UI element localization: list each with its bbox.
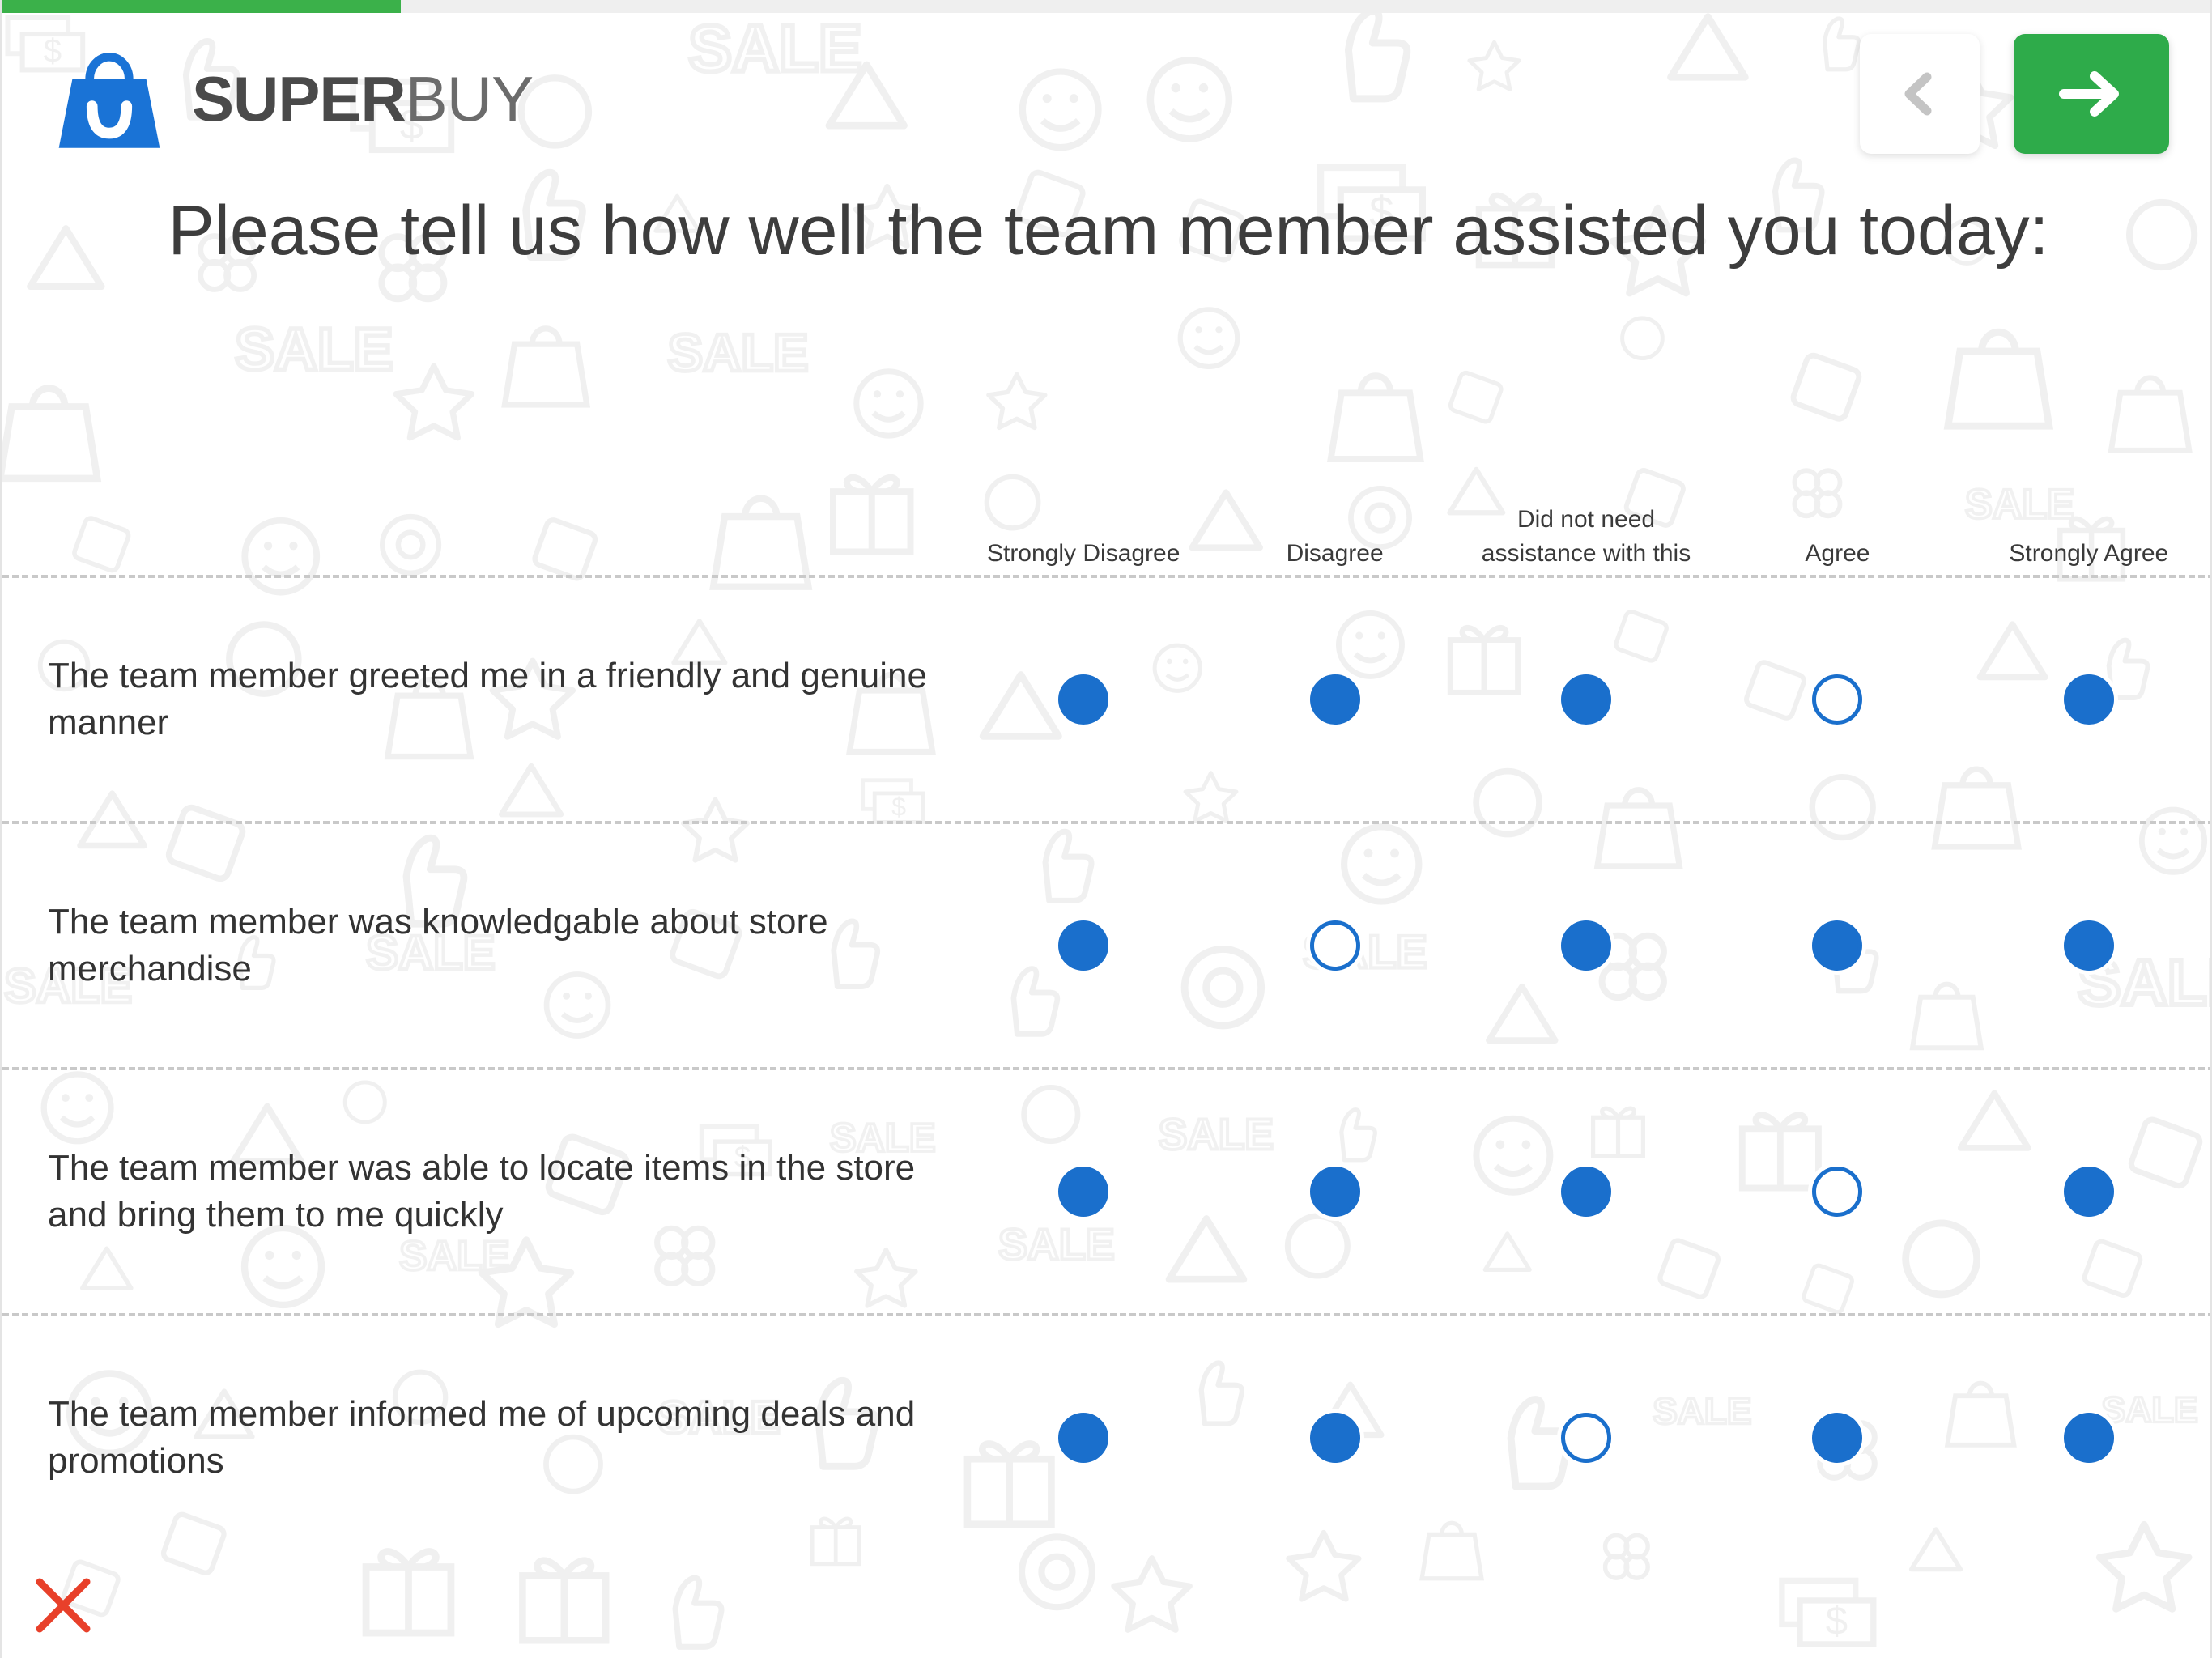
radio-option[interactable] (1812, 1413, 1863, 1463)
radio-option[interactable] (1058, 920, 1109, 971)
radio-option[interactable] (2063, 1413, 2114, 1463)
radio-cell-2-4[interactable] (1963, 1167, 2210, 1217)
radio-cell-0-2[interactable] (1461, 674, 1712, 725)
row-label: The team member was able to locate items… (48, 1147, 916, 1235)
radio-cell-0-4[interactable] (1963, 674, 2210, 725)
radio-option[interactable] (1309, 920, 1360, 971)
radio-cell-2-2[interactable] (1461, 1167, 1712, 1217)
progress-bar-track (2, 0, 2210, 13)
radio-cell-1-0[interactable] (958, 920, 1209, 971)
radio-cell-1-2[interactable] (1461, 920, 1712, 971)
row-label: The team member greeted me in a friendly… (48, 655, 927, 742)
radio-option[interactable] (1561, 1167, 1612, 1217)
radio-cell-0-0[interactable] (958, 674, 1209, 725)
radio-cell-0-3[interactable] (1712, 674, 1963, 725)
close-x-icon (36, 1578, 91, 1633)
row-label: The team member informed me of upcoming … (48, 1393, 916, 1481)
radio-option[interactable] (2063, 674, 2114, 725)
close-button[interactable] (33, 1575, 93, 1635)
radio-cell-1-4[interactable] (1963, 920, 2210, 971)
table-row: The team member was able to locate items… (2, 1070, 2210, 1313)
radio-cell-3-3[interactable] (1712, 1413, 1963, 1463)
back-button[interactable] (1860, 34, 1980, 154)
column-label: Did not need assistance with this (1481, 506, 1691, 567)
radio-option[interactable] (1812, 1167, 1863, 1217)
matrix-column-header-3: Agree (1712, 537, 1963, 570)
matrix-header-row: Strongly Disagree Disagree Did not need … (2, 453, 2210, 575)
table-row: The team member was knowledgable about s… (2, 824, 2210, 1067)
arrow-right-icon (2059, 71, 2119, 117)
column-label: Agree (1805, 539, 1870, 567)
column-label: Disagree (1286, 539, 1384, 567)
brand-word-super: SUPER (192, 63, 406, 134)
radio-cell-3-1[interactable] (1209, 1413, 1460, 1463)
radio-cell-0-1[interactable] (1209, 674, 1460, 725)
radio-option[interactable] (1309, 674, 1360, 725)
column-label: Strongly Disagree (986, 539, 1180, 567)
radio-option[interactable] (1309, 1413, 1360, 1463)
progress-bar-fill (2, 0, 401, 13)
radio-option[interactable] (1812, 674, 1863, 725)
radio-option[interactable] (1812, 920, 1863, 971)
navigation-buttons (1860, 34, 2169, 154)
row-label: The team member was knowledgable about s… (48, 901, 828, 988)
radio-cell-2-3[interactable] (1712, 1167, 1963, 1217)
radio-option[interactable] (1058, 1167, 1109, 1217)
table-row: The team member informed me of upcoming … (2, 1316, 2210, 1559)
radio-cell-1-1[interactable] (1209, 920, 1460, 971)
question-title: Please tell us how well the team member … (168, 192, 2049, 270)
next-button[interactable] (2014, 34, 2169, 154)
chevron-left-icon (1904, 72, 1932, 116)
radio-cell-3-2[interactable] (1461, 1413, 1712, 1463)
radio-option[interactable] (1309, 1167, 1360, 1217)
radio-option[interactable] (2063, 920, 2114, 971)
radio-cell-2-1[interactable] (1209, 1167, 1460, 1217)
matrix-column-header-4: Strongly Agree (1963, 537, 2210, 570)
brand-logo: SUPERBUY (48, 37, 534, 160)
header: SUPERBUY (2, 13, 2210, 175)
radio-option[interactable] (1058, 1413, 1109, 1463)
survey-screen: $ (0, 0, 2212, 1658)
shopping-bag-smile-icon (58, 53, 160, 148)
matrix-column-header-0: Strongly Disagree (958, 537, 1209, 570)
radio-option[interactable] (1561, 674, 1612, 725)
radio-cell-1-3[interactable] (1712, 920, 1963, 971)
brand-word-buy: BUY (405, 63, 534, 134)
radio-option[interactable] (2063, 1167, 2114, 1217)
brand-wordmark: SUPERBUY (192, 67, 534, 130)
matrix-column-header-2: Did not need assistance with this (1461, 503, 1712, 570)
matrix-column-header-1: Disagree (1209, 537, 1460, 570)
rating-matrix: Strongly Disagree Disagree Did not need … (2, 453, 2210, 1559)
radio-option[interactable] (1561, 920, 1612, 971)
radio-option[interactable] (1058, 674, 1109, 725)
table-row: The team member greeted me in a friendly… (2, 578, 2210, 821)
radio-cell-2-0[interactable] (958, 1167, 1209, 1217)
radio-cell-3-4[interactable] (1963, 1413, 2210, 1463)
radio-cell-3-0[interactable] (958, 1413, 1209, 1463)
radio-option[interactable] (1561, 1413, 1612, 1463)
column-label: Strongly Agree (2009, 539, 2169, 567)
